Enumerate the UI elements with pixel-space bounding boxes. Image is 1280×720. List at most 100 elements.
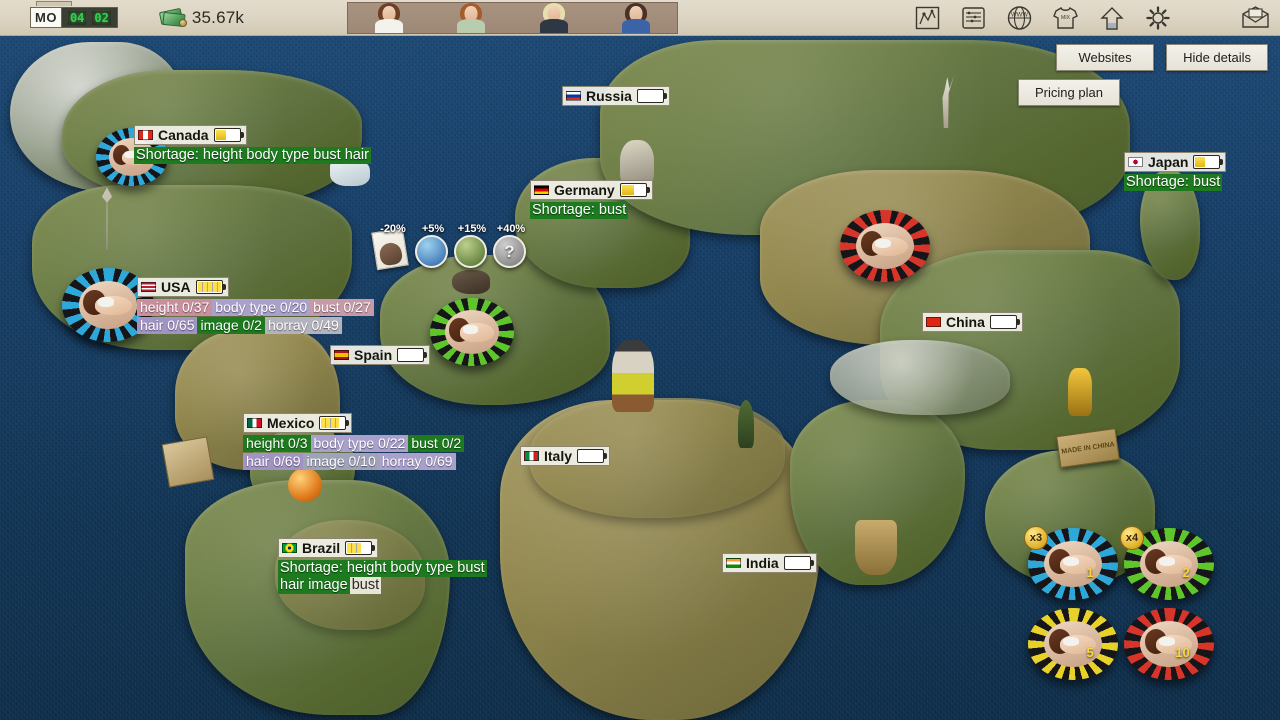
shortage-item: bust: [311, 147, 342, 164]
country-canada-header[interactable]: Canada: [134, 125, 247, 145]
mail-icon[interactable]: [1241, 4, 1270, 32]
stat-height: height 0/3: [243, 435, 311, 452]
country-russia[interactable]: Russia: [562, 86, 670, 106]
country-brazil-header[interactable]: Brazil: [278, 538, 378, 558]
stat-image: image 0/2: [197, 317, 264, 334]
country-usa-name: USA: [161, 279, 191, 295]
stat-bust: bust 0/2: [408, 435, 464, 452]
bonus-water-percent: +5%: [422, 223, 444, 235]
hide-details-button[interactable]: Hide details: [1166, 44, 1268, 71]
country-japan-name: Japan: [1148, 154, 1188, 170]
flag-japan: [1128, 157, 1143, 167]
shortage-item: hair: [343, 147, 371, 164]
country-usa[interactable]: USA height 0/37 body type 0/20 bust 0/27…: [137, 277, 374, 334]
details-button-group: Websites Hide details Pricing plan: [1010, 44, 1268, 106]
country-japan-shortage: Shortage:bust: [1124, 174, 1222, 191]
chip-token-5[interactable]: 5: [1028, 608, 1118, 680]
shortage-item: height: [345, 560, 389, 577]
toolbar: WWW MIX: [913, 3, 1270, 33]
www-globe-icon[interactable]: WWW: [1005, 4, 1034, 32]
portrait-slot-3[interactable]: [531, 3, 577, 33]
clock-tab: [36, 1, 72, 6]
svg-text:WWW: WWW: [1011, 13, 1028, 19]
country-canada[interactable]: Canada Shortage:heightbody typebusthair: [134, 125, 371, 164]
country-india-header[interactable]: India: [722, 553, 817, 573]
country-germany-header[interactable]: Germany: [530, 180, 653, 200]
chip-1-multiplier: x3: [1024, 526, 1048, 550]
bonus-photo-percent: -20%: [380, 223, 406, 235]
bonus-card-water[interactable]: +5%: [415, 226, 451, 268]
country-germany[interactable]: Germany Shortage:bust: [530, 180, 653, 219]
country-brazil-battery: [345, 541, 372, 555]
money-display: 35.67k: [160, 8, 244, 28]
country-russia-battery: [637, 89, 664, 103]
stat-image: image 0/10: [303, 453, 378, 470]
flag-brazil: [282, 543, 297, 553]
country-russia-name: Russia: [586, 88, 632, 104]
shortage-label: Shortage:: [278, 560, 345, 577]
country-brazil-name: Brazil: [302, 540, 340, 556]
websites-button[interactable]: Websites: [1056, 44, 1154, 71]
market-disc-asia[interactable]: [840, 210, 930, 282]
country-italy-header[interactable]: Italy: [520, 446, 610, 466]
question-mark-icon: ?: [493, 235, 526, 268]
upgrade-house-icon[interactable]: [1097, 4, 1126, 32]
chip-token-2[interactable]: x4 2: [1124, 528, 1214, 600]
country-china[interactable]: China: [922, 312, 1023, 332]
bonus-nature-percent: +15%: [458, 223, 486, 235]
bonus-card-photo[interactable]: -20%: [374, 226, 412, 268]
ledger-icon[interactable]: [959, 4, 988, 32]
portrait-slot-1[interactable]: [366, 3, 412, 33]
chip-2-number: 2: [1183, 565, 1190, 580]
bonus-card-unknown[interactable]: +40% ?: [493, 226, 529, 268]
bonus-card-nature[interactable]: +15%: [454, 226, 490, 268]
stat-hair: hair 0/65: [137, 317, 197, 334]
gear-icon[interactable]: [1143, 4, 1172, 32]
prop-buffalo: [452, 270, 490, 294]
country-japan[interactable]: Japan Shortage:bust: [1124, 152, 1226, 191]
country-mexico-stats: height 0/3 body type 0/22 bust 0/2 hair …: [243, 435, 464, 470]
shortage-item: height: [201, 147, 245, 164]
country-china-header[interactable]: China: [922, 312, 1023, 332]
stat-horray: horray 0/49: [265, 317, 342, 334]
bonus-unknown-percent: +40%: [497, 223, 525, 235]
money-amount: 35.67k: [192, 8, 244, 28]
country-italy[interactable]: Italy: [520, 446, 610, 466]
country-spain[interactable]: Spain: [330, 345, 430, 365]
map-icon[interactable]: [913, 4, 942, 32]
shortage-item: body type: [388, 560, 455, 577]
pricing-plan-button[interactable]: Pricing plan: [1018, 79, 1120, 106]
landmass-himalaya: [830, 340, 1010, 415]
country-spain-header[interactable]: Spain: [330, 345, 430, 365]
tshirt-icon[interactable]: MIX: [1051, 4, 1080, 32]
chip-token-1[interactable]: x3 1: [1028, 528, 1118, 600]
country-usa-header[interactable]: USA: [137, 277, 229, 297]
shortage-item: bust: [1191, 174, 1222, 191]
shortage-item: hair: [278, 577, 306, 594]
portrait-slot-2[interactable]: [448, 3, 494, 33]
market-disc-spain[interactable]: [430, 298, 514, 366]
water-icon: [415, 235, 448, 268]
country-japan-battery: [1193, 155, 1220, 169]
chip-1-number: 1: [1087, 565, 1094, 580]
stat-bust: bust 0/27: [310, 299, 374, 316]
stat-height: height 0/37: [137, 299, 212, 316]
character-portrait-strip[interactable]: [347, 2, 678, 34]
portrait-slot-4[interactable]: [613, 3, 659, 33]
chip-token-10[interactable]: 10: [1124, 608, 1214, 680]
country-russia-header[interactable]: Russia: [562, 86, 670, 106]
country-mexico[interactable]: Mexico height 0/3 body type 0/22 bust 0/…: [243, 413, 464, 470]
clock-day-label: MO: [30, 7, 62, 28]
country-brazil[interactable]: Brazil Shortage:heightbody typebusthairi…: [278, 538, 498, 594]
country-india[interactable]: India: [722, 553, 817, 573]
country-spain-name: Spain: [354, 347, 392, 363]
country-china-battery: [990, 315, 1017, 329]
flag-mexico: [247, 418, 262, 428]
country-india-name: India: [746, 555, 779, 571]
country-mexico-header[interactable]: Mexico: [243, 413, 352, 433]
money-icon: [160, 9, 186, 27]
flag-canada: [138, 130, 153, 140]
flag-india: [726, 558, 741, 568]
game-clock[interactable]: MO 04 02: [30, 7, 118, 29]
country-japan-header[interactable]: Japan: [1124, 152, 1226, 172]
